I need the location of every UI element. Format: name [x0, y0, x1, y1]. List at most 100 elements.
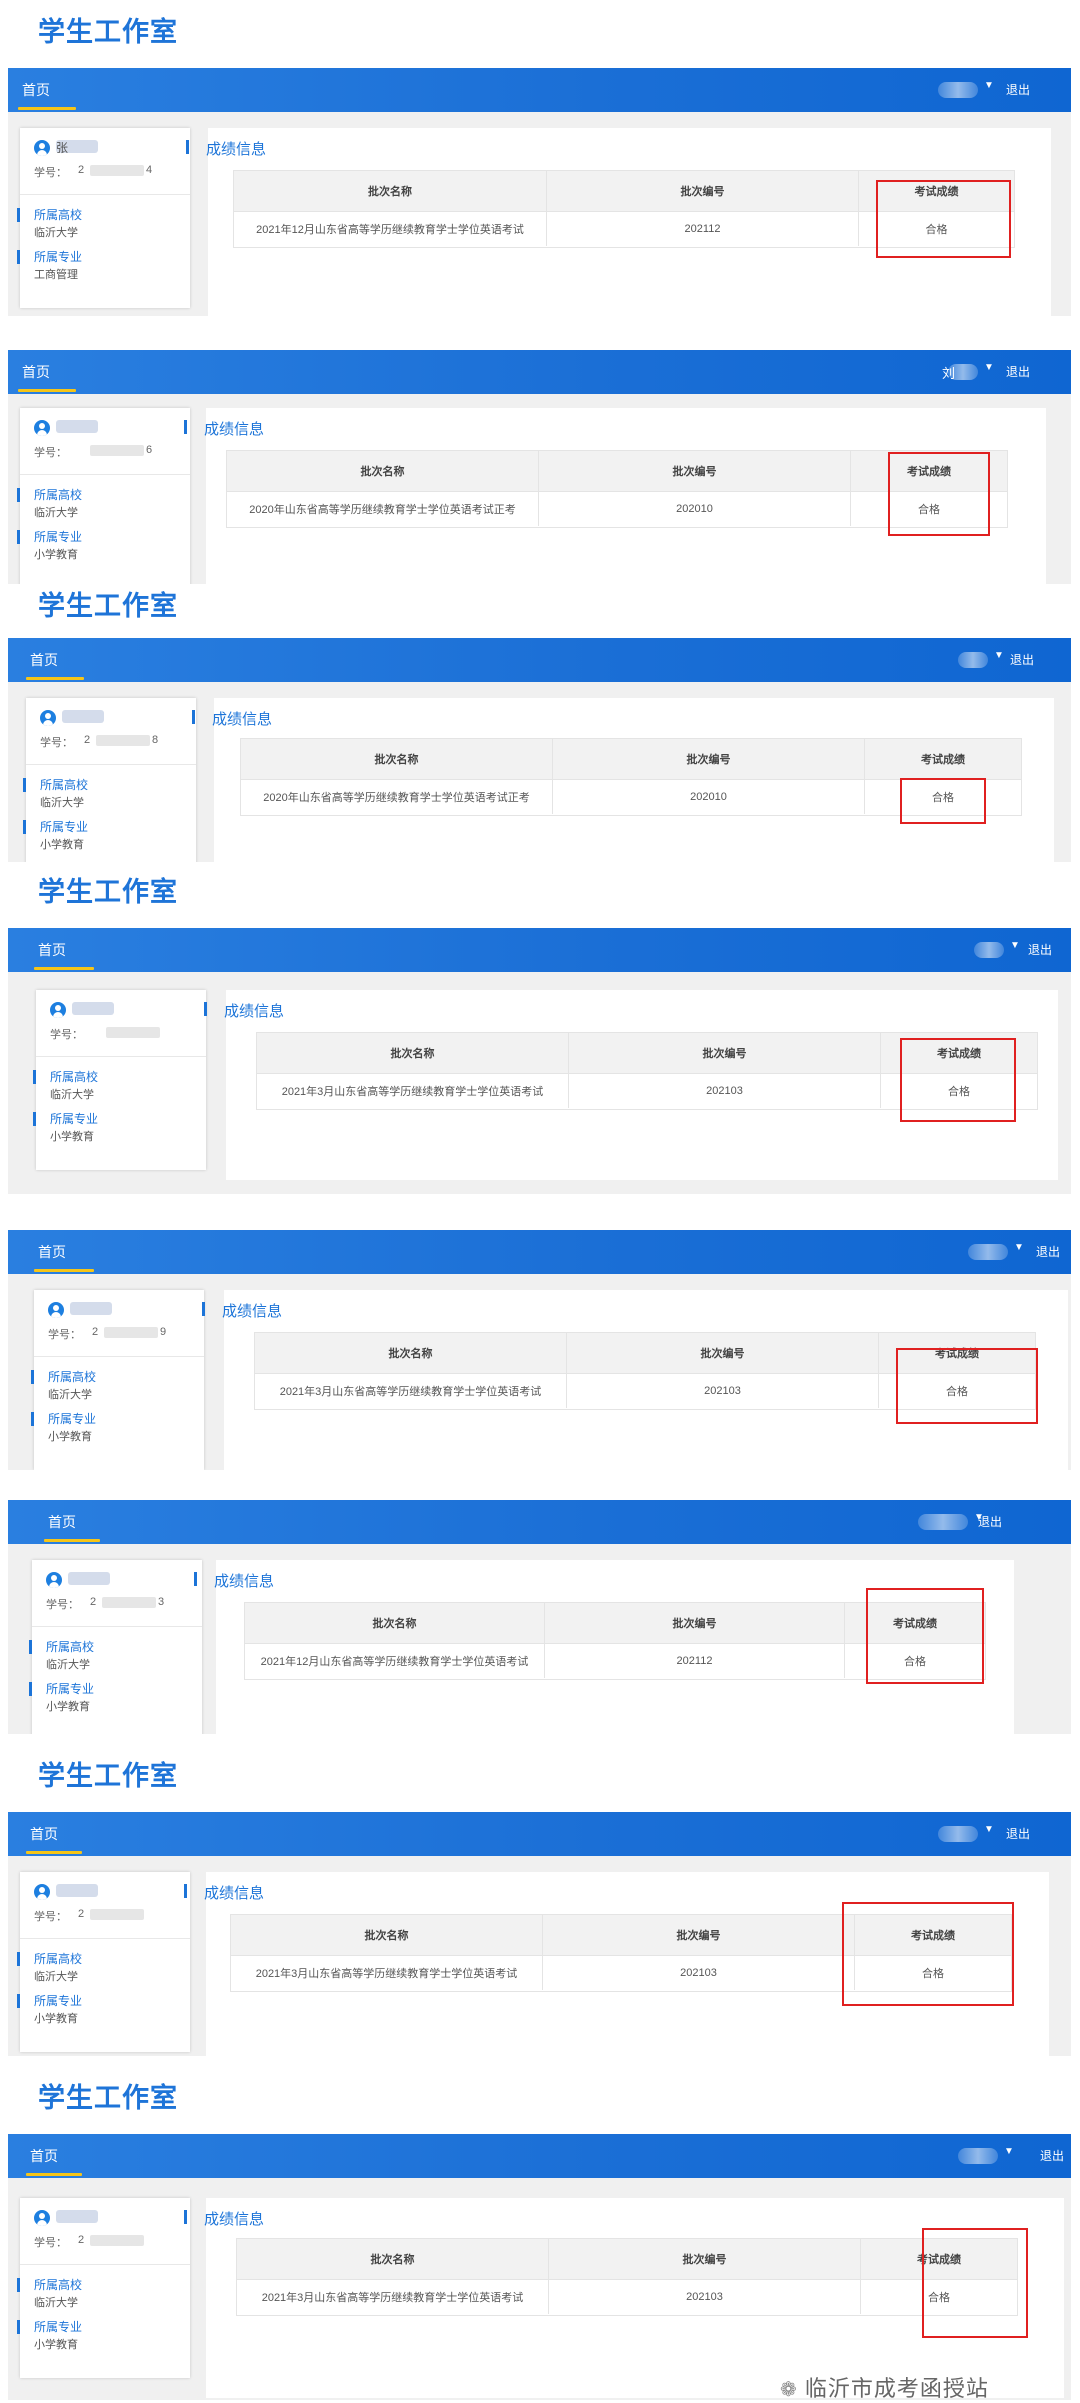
nav-home-link[interactable]: 首页 — [30, 638, 58, 682]
chevron-down-icon[interactable]: ▼ — [994, 650, 1004, 661]
nav-home-link[interactable]: 首页 — [38, 928, 66, 972]
username-blurred[interactable] — [938, 82, 978, 98]
cell-batch-name: 2021年12月山东省高等学历继续教育学士学位英语考试 — [245, 1644, 545, 1678]
col-score: 考试成绩 — [921, 754, 965, 766]
score-highlight-box — [842, 1902, 1014, 2006]
top-nav-bar: 首页 ▼ 退出 — [8, 1230, 1071, 1274]
student-no-label: 学号： — [40, 737, 73, 749]
score-highlight-box — [900, 778, 986, 824]
chevron-down-icon[interactable]: ▼ — [984, 362, 994, 373]
school-label: 所属高校 — [34, 2278, 83, 2292]
col-batch-name: 批次名称 — [231, 1915, 543, 1955]
school-marker — [33, 1070, 36, 1084]
nav-home-link[interactable]: 首页 — [22, 350, 50, 394]
user-avatar-icon — [46, 1572, 62, 1588]
school-value: 临沂大学 — [34, 1971, 78, 1983]
nav-home-link[interactable]: 首页 — [30, 1812, 58, 1856]
username-blurred[interactable] — [974, 942, 1004, 958]
table-header-row: 批次名称 批次编号 考试成绩 — [237, 2239, 1017, 2280]
nav-active-underline — [18, 107, 76, 110]
student-info-card: 张学号： 2 4 所属高校 临沂大学 所属专业 工商管理 — [17, 128, 190, 308]
col-batch-no: 批次编号 — [543, 1915, 855, 1955]
major-label: 所属专业 — [50, 1112, 99, 1126]
section-title: 成绩信息 — [212, 711, 273, 728]
logout-link[interactable]: 退出 — [1036, 1230, 1060, 1274]
section-marker — [184, 420, 187, 434]
col-batch-name: 批次名称 — [241, 739, 553, 779]
major-value: 小学教育 — [40, 839, 84, 851]
user-avatar-icon — [34, 1884, 50, 1900]
chevron-down-icon[interactable]: ▼ — [1010, 940, 1020, 951]
student-no-suffix: 6 — [146, 444, 153, 456]
username-blurred[interactable] — [958, 652, 988, 668]
score-highlight-box — [900, 1038, 1016, 1122]
logout-link[interactable]: 退出 — [1006, 68, 1030, 112]
school-value: 临沂大学 — [34, 227, 78, 239]
logout-link[interactable]: 退出 — [1028, 928, 1052, 972]
nav-home-link[interactable]: 首页 — [30, 2134, 58, 2178]
student-no-prefix: 2 — [92, 1326, 99, 1338]
chevron-down-icon[interactable]: ▼ — [984, 80, 994, 91]
nav-home-link[interactable]: 首页 — [22, 68, 50, 112]
student-name-blurred — [56, 1884, 98, 1897]
major-value: 小学教育 — [34, 549, 78, 561]
school-marker — [17, 208, 20, 222]
major-marker — [17, 2320, 20, 2334]
student-info-card: 学号： 2 所属高校 临沂大学 所属专业 小学教育 — [17, 1872, 190, 2052]
student-name-blurred — [56, 420, 98, 433]
portal-screenshot: 首页 ▼ 退出 学号： 2 8 所属高校 临沂大学 所属专业 小学教育 成绩信息 批次名称 批次编号 考试… — [8, 638, 1071, 862]
username-blurred[interactable] — [968, 1244, 1008, 1260]
card-divider — [34, 1356, 204, 1357]
section-title: 成绩信息 — [214, 1573, 275, 1590]
school-label: 所属高校 — [34, 1952, 83, 1966]
nav-home-link[interactable]: 首页 — [48, 1500, 76, 1544]
chevron-down-icon[interactable]: ▼ — [1014, 1242, 1024, 1253]
wechat-icon: ❁ — [780, 2379, 798, 2401]
portal-screenshot: 首页 ▼ 退出 学号： 2 所属高校 临沂大学 所属专业 小学教育 成绩信息 批次名称 批次编号 考试成… — [8, 2134, 1071, 2400]
logout-link[interactable]: 退出 — [1006, 1812, 1030, 1856]
section-marker — [202, 1302, 205, 1316]
col-batch-name: 批次名称 — [237, 2239, 549, 2279]
section-marker — [184, 2210, 187, 2224]
chevron-down-icon[interactable]: ▼ — [984, 1824, 994, 1835]
chevron-down-icon[interactable]: ▼ — [1004, 2146, 1014, 2157]
username-initial: 刘 — [942, 366, 956, 381]
table-header-row: 批次名称 批次编号 考试成绩 — [241, 739, 1021, 780]
student-no-suffix: 3 — [158, 1596, 165, 1608]
card-divider — [36, 1056, 206, 1057]
section-marker — [184, 1884, 187, 1898]
logout-link[interactable]: 退出 — [978, 1500, 1002, 1544]
section-marker — [186, 140, 189, 154]
student-no-label: 学号： — [34, 1911, 67, 1923]
student-no-blurred — [90, 1909, 144, 1920]
username-blurred[interactable] — [958, 2148, 998, 2164]
major-label: 所属专业 — [48, 1412, 97, 1426]
watermark-title: 学生工作室 — [38, 591, 178, 621]
major-label: 所属专业 — [34, 250, 83, 264]
cell-batch-name: 2021年3月山东省高等学历继续教育学士学位英语考试 — [231, 1956, 543, 1990]
school-label: 所属高校 — [46, 1640, 95, 1654]
col-batch-no: 批次编号 — [569, 1033, 881, 1073]
school-marker — [17, 2278, 20, 2292]
nav-home-link[interactable]: 首页 — [38, 1230, 66, 1274]
section-title: 成绩信息 — [222, 1303, 283, 1320]
cell-batch-no: 202010 — [553, 780, 865, 814]
cell-batch-no: 202103 — [543, 1956, 855, 1990]
username-blurred[interactable] — [918, 1514, 968, 1530]
major-label: 所属专业 — [34, 1994, 83, 2008]
logout-link[interactable]: 退出 — [1006, 350, 1030, 394]
nav-active-underline — [34, 1269, 94, 1272]
logout-link[interactable]: 退出 — [1010, 638, 1034, 682]
student-name-blurred — [62, 710, 104, 723]
top-nav-bar: 首页 ▼ 退出 — [8, 68, 1071, 112]
cell-batch-name: 2020年山东省高等学历继续教育学士学位英语考试正考 — [227, 492, 539, 526]
student-no-blurred — [106, 1027, 160, 1038]
student-no-blurred — [104, 1327, 158, 1338]
top-nav-bar: 首页 ▼ 退出 — [8, 928, 1071, 972]
school-label: 所属高校 — [48, 1370, 97, 1384]
cell-batch-name: 2021年3月山东省高等学历继续教育学士学位英语考试 — [237, 2280, 549, 2314]
watermark-title: 学生工作室 — [38, 17, 178, 47]
logout-link[interactable]: 退出 — [1040, 2134, 1064, 2178]
cell-batch-no: 202112 — [547, 212, 859, 246]
username-blurred[interactable] — [938, 1826, 978, 1842]
